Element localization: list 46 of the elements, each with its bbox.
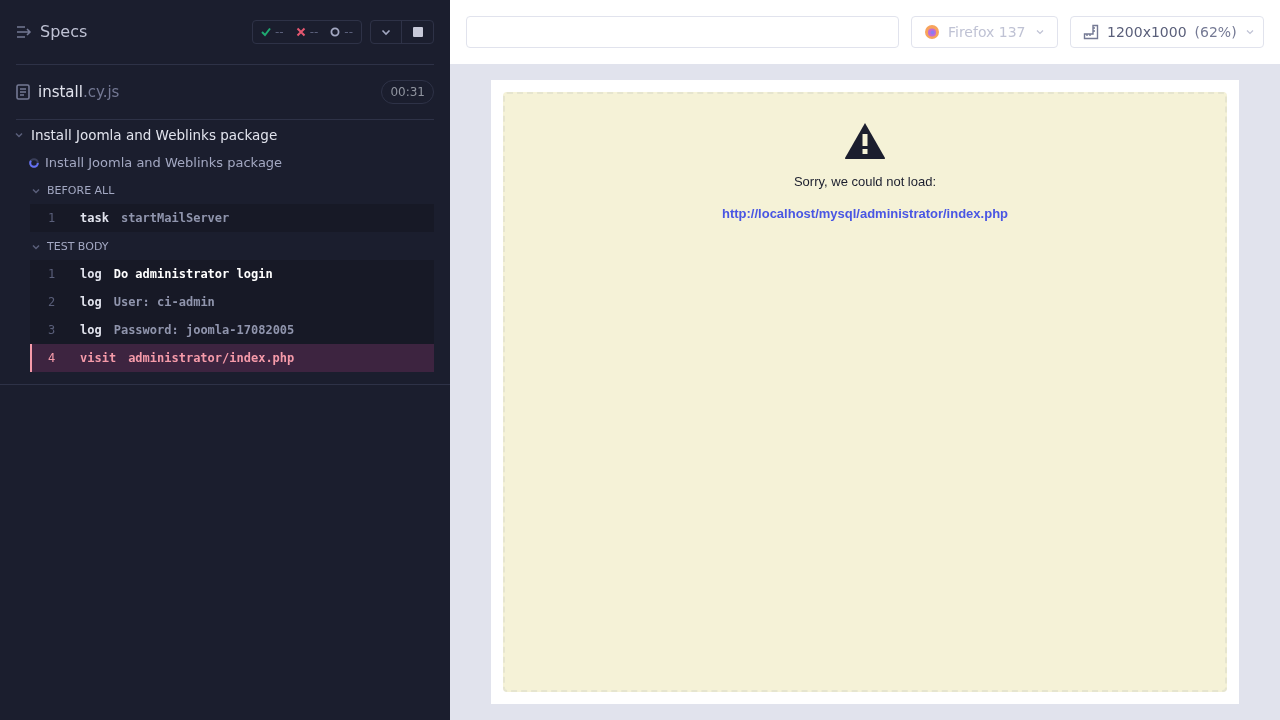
stat-count: -- bbox=[344, 24, 353, 41]
url-field[interactable] bbox=[466, 16, 899, 48]
command-message: Password: joomla-17082005 bbox=[113, 322, 295, 339]
line-number: 3 bbox=[48, 322, 57, 339]
chevron-icon bbox=[1035, 27, 1045, 37]
viewport-dropdown[interactable]: 1200x1000 (62%) bbox=[1070, 16, 1264, 48]
viewport-size: 1200x1000 bbox=[1107, 22, 1187, 42]
line-number: 1 bbox=[48, 266, 57, 283]
check-icon bbox=[261, 27, 271, 37]
command-name: log bbox=[80, 294, 102, 311]
document-icon bbox=[16, 84, 30, 100]
error-message: Sorry, we could not load: bbox=[793, 173, 937, 191]
command-row[interactable]: 1 log Do administrator login bbox=[30, 260, 434, 288]
suite-row[interactable]: Install Joomla and Weblinks package bbox=[0, 120, 450, 150]
command-name: visit bbox=[80, 350, 117, 367]
stop-icon bbox=[412, 27, 423, 37]
failed-url-link[interactable]: http://localhost/mysql/administrator/index.php bbox=[722, 203, 1008, 223]
browser-icon bbox=[924, 24, 940, 40]
command-row[interactable]: 1 task startMailServer bbox=[30, 204, 434, 232]
command-row[interactable]: 3 log Password: joomla-17082005 bbox=[30, 316, 434, 344]
hook-header[interactable]: TEST BODY bbox=[0, 236, 450, 258]
line-number: 4 bbox=[48, 350, 57, 367]
line-number: 2 bbox=[48, 294, 57, 311]
line-number: 1 bbox=[48, 210, 57, 227]
ruler-icon bbox=[1083, 24, 1099, 40]
chevron-icon bbox=[1245, 27, 1255, 37]
stat-count: -- bbox=[309, 24, 319, 41]
specs-title: Specs bbox=[40, 21, 88, 43]
command-message: startMailServer bbox=[120, 210, 230, 227]
command-name: log bbox=[80, 322, 102, 339]
cross-icon bbox=[295, 27, 306, 37]
hook-header[interactable]: BEFORE ALL bbox=[0, 180, 450, 202]
command-message: administrator/index.php bbox=[128, 350, 295, 367]
command-name: task bbox=[80, 210, 109, 227]
stat-count: -- bbox=[275, 24, 284, 41]
command-message: User: ci-admin bbox=[113, 294, 215, 311]
spec-file-name: install.cy.js bbox=[38, 81, 120, 103]
command-row[interactable]: 2 log User: ci-admin bbox=[30, 288, 434, 316]
command-message: Do administrator login bbox=[113, 266, 273, 283]
zoom-level: (62%) bbox=[1194, 22, 1237, 42]
command-row[interactable]: 4 visit administrator/index.php bbox=[30, 344, 434, 372]
command-name: log bbox=[80, 266, 102, 283]
warning-icon bbox=[844, 122, 886, 160]
circle-icon bbox=[330, 27, 341, 37]
test-title[interactable]: Install Joomla and Weblinks package bbox=[45, 153, 283, 173]
list-arrow-icon bbox=[16, 25, 32, 39]
